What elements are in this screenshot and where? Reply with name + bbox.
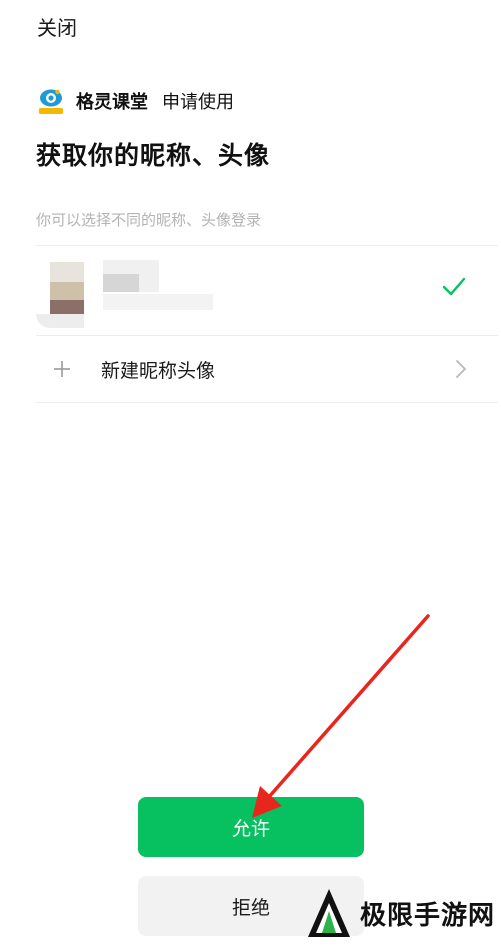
new-profile-label: 新建昵称头像 [101, 360, 216, 382]
request-text: 申请使用 [162, 92, 234, 113]
close-button[interactable]: 关闭 [37, 12, 77, 41]
nickname-blur [103, 274, 139, 292]
allow-button[interactable]: 允许 [138, 797, 364, 857]
account-option-selected[interactable] [0, 246, 501, 335]
page-subtitle: 你可以选择不同的昵称、头像登录 [36, 211, 262, 229]
watermark-text: 极限手游网 [360, 900, 496, 931]
chevron-right-icon [456, 360, 466, 378]
account-id-placeholder [103, 294, 213, 310]
new-profile-option[interactable]: 新建昵称头像 [0, 336, 501, 402]
check-icon [442, 277, 466, 296]
app-info: 格灵课堂 申请使用 [36, 86, 234, 116]
divider [36, 402, 498, 403]
watermark-logo-icon [308, 889, 350, 937]
plus-icon [54, 361, 70, 377]
watermark: 极限手游网 [306, 876, 501, 950]
app-name: 格灵课堂 [76, 92, 148, 113]
page-title: 获取你的昵称、头像 [36, 141, 271, 170]
eye-logo-icon [39, 89, 63, 114]
avatar [36, 254, 86, 328]
